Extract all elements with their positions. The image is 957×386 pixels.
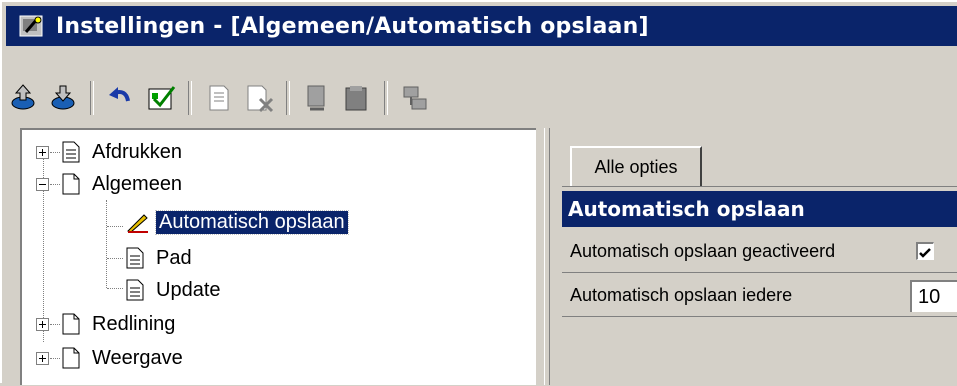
export-button[interactable] xyxy=(6,81,40,115)
document-button[interactable] xyxy=(202,81,236,115)
tree-item-automatisch-opslaan[interactable]: Automatisch opslaan xyxy=(126,208,349,236)
import-icon xyxy=(51,85,75,110)
apply-button[interactable] xyxy=(144,81,178,115)
tree-item-weergave[interactable]: Weergave xyxy=(36,344,183,372)
tree-item-afdrukken[interactable]: Afdrukken xyxy=(36,138,182,166)
property-label: Automatisch opslaan geactiveerd xyxy=(570,241,836,261)
toolbar xyxy=(6,78,438,118)
expand-icon[interactable] xyxy=(36,146,49,159)
toolbar-separator xyxy=(384,81,388,115)
settings-app-icon xyxy=(18,12,46,40)
pencil-icon xyxy=(126,211,150,233)
settings-tree: Afdrukken Algemeen Automatisch opslaan P… xyxy=(20,128,536,385)
paste-button[interactable] xyxy=(340,81,374,115)
autosave-interval-input[interactable]: 10 xyxy=(910,280,957,312)
tree-item-algemeen[interactable]: Algemeen xyxy=(36,170,182,198)
collapse-icon[interactable] xyxy=(36,178,49,191)
property-row-autosave-enabled: Automatisch opslaan geactiveerd xyxy=(562,231,957,273)
grid-section-header: Automatisch opslaan xyxy=(562,191,957,227)
apply-icon xyxy=(148,86,176,110)
network-button[interactable] xyxy=(398,81,432,115)
import-button[interactable] xyxy=(46,81,80,115)
tree-item-pad[interactable]: Pad xyxy=(126,244,192,272)
document-icon xyxy=(62,141,80,163)
tab-label: Alle opties xyxy=(594,156,678,177)
folder-page-icon xyxy=(62,347,80,369)
undo-icon xyxy=(109,87,130,102)
checkmark-icon xyxy=(919,248,931,258)
paste-icon xyxy=(345,86,367,111)
tree-item-label: Pad xyxy=(156,246,192,269)
undo-button[interactable] xyxy=(104,81,138,115)
tree-connector xyxy=(107,258,123,259)
panel-splitter[interactable] xyxy=(544,128,550,385)
property-label: Automatisch opslaan iedere xyxy=(570,285,793,305)
copy-icon xyxy=(307,85,325,111)
tree-connector xyxy=(107,288,123,289)
tree-connector xyxy=(107,226,123,227)
tree-item-label: Afdrukken xyxy=(92,140,183,163)
export-icon xyxy=(11,84,35,110)
toolbar-separator xyxy=(90,81,94,115)
copy-button[interactable] xyxy=(300,81,334,115)
document-icon xyxy=(209,85,229,111)
tab-alle-opties[interactable]: Alle opties xyxy=(570,146,702,186)
tree-item-label: Redlining xyxy=(92,312,176,335)
autosave-enabled-checkbox[interactable] xyxy=(916,242,934,260)
document-icon xyxy=(126,279,144,301)
tree-item-label: Algemeen xyxy=(92,172,183,195)
expand-icon[interactable] xyxy=(36,318,49,331)
tree-item-redlining[interactable]: Redlining xyxy=(36,310,175,338)
window-title: Instellingen - [Algemeen/Automatisch ops… xyxy=(56,13,649,39)
toolbar-separator xyxy=(188,81,192,115)
settings-window: Instellingen - [Algemeen/Automatisch ops… xyxy=(0,0,957,386)
tree-connector xyxy=(106,200,107,288)
document-icon xyxy=(126,247,144,269)
options-panel: Alle opties Automatisch opslaan Automati… xyxy=(562,132,957,386)
document-delete-icon xyxy=(247,85,274,113)
property-row-autosave-interval: Automatisch opslaan iedere 10 xyxy=(562,275,957,317)
tree-item-update[interactable]: Update xyxy=(126,276,221,304)
section-title: Automatisch opslaan xyxy=(568,197,805,221)
network-icon xyxy=(403,86,427,110)
title-bar: Instellingen - [Algemeen/Automatisch ops… xyxy=(6,6,957,46)
tree-item-label: Weergave xyxy=(92,346,183,369)
toolbar-separator xyxy=(286,81,290,115)
document-delete-button[interactable] xyxy=(242,81,276,115)
expand-icon[interactable] xyxy=(36,352,49,365)
property-grid: Automatisch opslaan Automatisch opslaan … xyxy=(562,186,957,386)
folder-page-icon xyxy=(62,173,80,195)
folder-page-icon xyxy=(62,313,80,335)
tree-item-label: Update xyxy=(156,278,221,301)
tree-item-label: Automatisch opslaan xyxy=(155,209,349,235)
